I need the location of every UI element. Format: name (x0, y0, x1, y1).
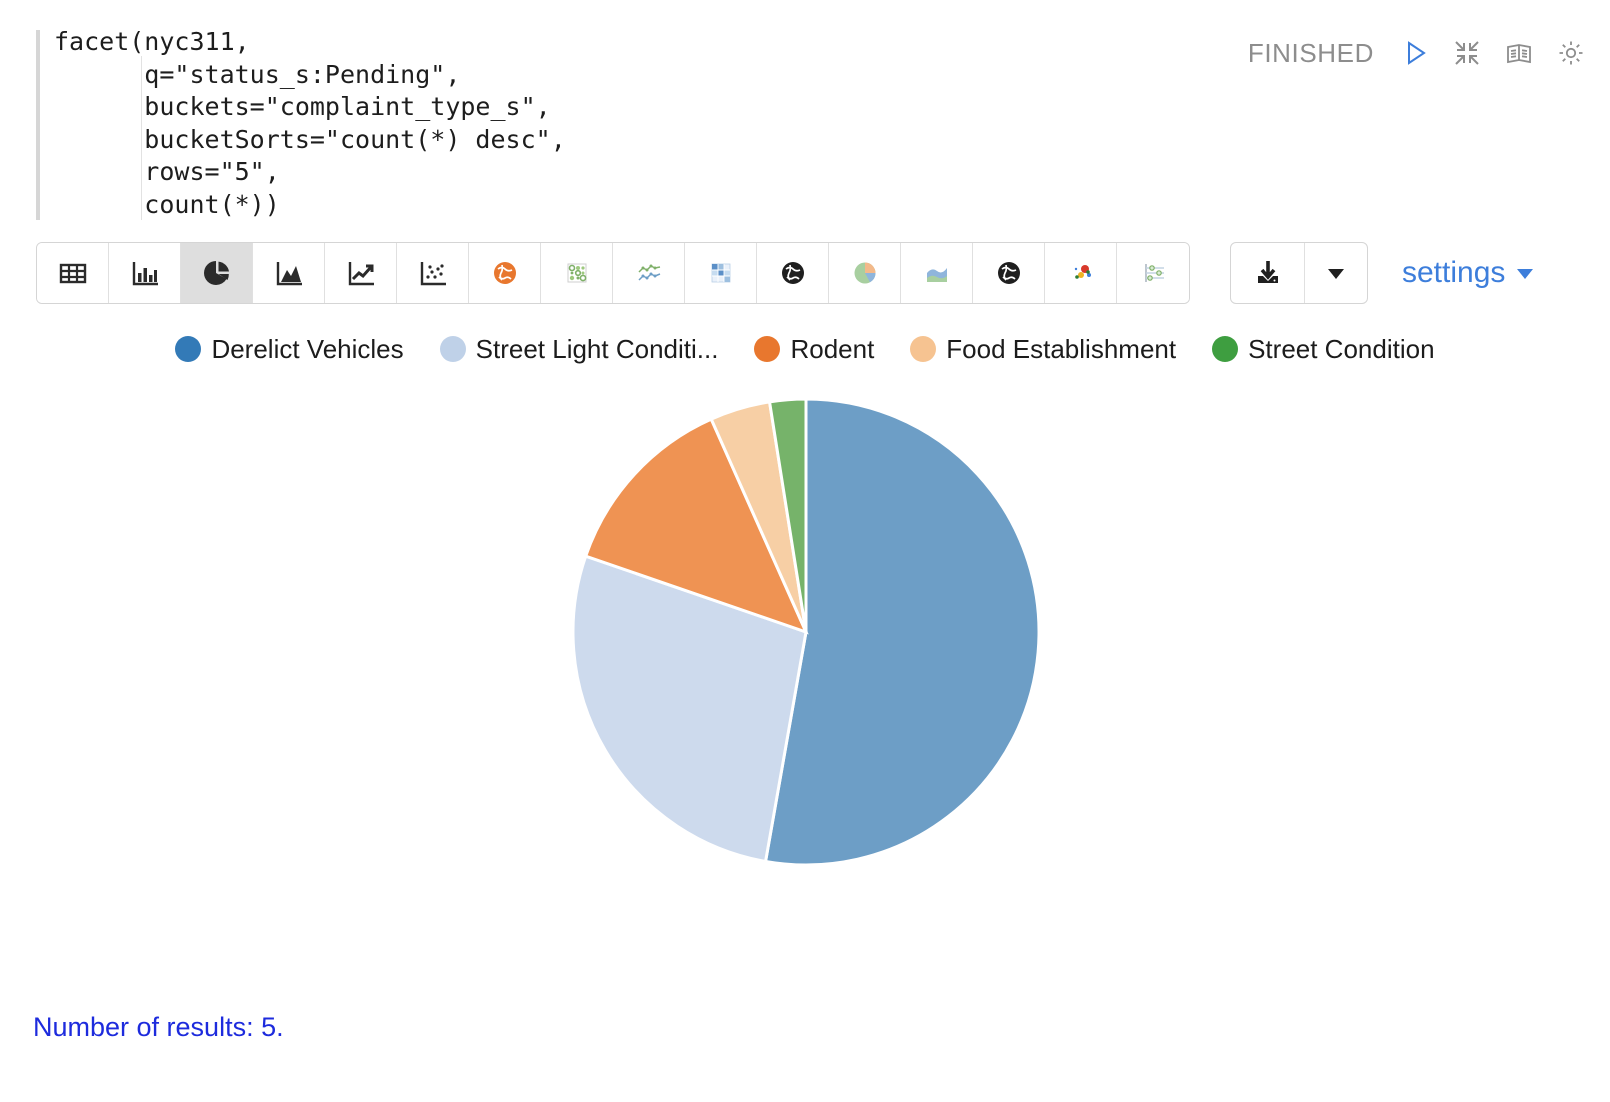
run-icon[interactable] (1398, 36, 1432, 70)
parallel-coords-icon[interactable] (1117, 243, 1189, 303)
legend-item-street-light-condition[interactable]: Street Light Conditi... (440, 334, 719, 365)
green-grid-icon[interactable] (541, 243, 613, 303)
legend-item-street-condition[interactable]: Street Condition (1212, 334, 1434, 365)
legend-item-derelict-vehicles[interactable]: Derelict Vehicles (175, 334, 403, 365)
scatter-plot-icon[interactable] (397, 243, 469, 303)
multi-line-chart-icon[interactable] (613, 243, 685, 303)
status-bar: FINISHED (1248, 36, 1588, 70)
pie-chart-icon[interactable] (181, 243, 253, 303)
legend-label: Street Condition (1248, 334, 1434, 365)
legend-label: Food Establishment (946, 334, 1176, 365)
legend-swatch (440, 336, 466, 362)
download-group (1230, 242, 1368, 304)
chevron-down-icon[interactable] (1305, 243, 1367, 303)
code-indent-guide (141, 56, 142, 220)
gear-icon[interactable] (1554, 36, 1588, 70)
legend-swatch (175, 336, 201, 362)
black-globe-icon[interactable] (757, 243, 829, 303)
settings-label: settings (1402, 256, 1505, 290)
book-icon[interactable] (1502, 36, 1536, 70)
collapse-icon[interactable] (1450, 36, 1484, 70)
legend-item-rodent[interactable]: Rodent (754, 334, 874, 365)
area-chart-icon[interactable] (253, 243, 325, 303)
legend-item-food-establishment[interactable]: Food Establishment (910, 334, 1176, 365)
pie-slices (573, 399, 1039, 865)
black-globe-2-icon[interactable] (973, 243, 1045, 303)
settings-caret-icon (1514, 262, 1536, 284)
line-chart-icon[interactable] (325, 243, 397, 303)
legend-swatch (754, 336, 780, 362)
download-icon[interactable] (1231, 243, 1305, 303)
table-view-icon[interactable] (37, 243, 109, 303)
pie-chart-container (0, 379, 1610, 919)
status-badge: FINISHED (1248, 38, 1374, 69)
visualization-toolbar-row: settings (36, 242, 1610, 304)
bar-chart-icon[interactable] (109, 243, 181, 303)
legend-label: Derelict Vehicles (211, 334, 403, 365)
legend-label: Rodent (790, 334, 874, 365)
bubble-chart-icon[interactable] (1045, 243, 1117, 303)
settings-dropdown[interactable]: settings (1402, 256, 1536, 290)
visualization-toolbar (36, 242, 1190, 304)
heatmap-icon[interactable] (685, 243, 757, 303)
code-gutter (36, 30, 40, 220)
pie-chart[interactable] (0, 379, 1610, 919)
colored-pie-icon[interactable] (829, 243, 901, 303)
legend-swatch (1212, 336, 1238, 362)
chart-legend: Derelict Vehicles Street Light Conditi..… (0, 334, 1610, 365)
results-count: Number of results: 5. (33, 1012, 284, 1043)
orange-globe-icon[interactable] (469, 243, 541, 303)
stacked-area-icon[interactable] (901, 243, 973, 303)
legend-swatch (910, 336, 936, 362)
query-panel: facet(nyc311, q="status_s:Pending", buck… (0, 0, 1610, 240)
legend-label: Street Light Conditi... (476, 334, 719, 365)
